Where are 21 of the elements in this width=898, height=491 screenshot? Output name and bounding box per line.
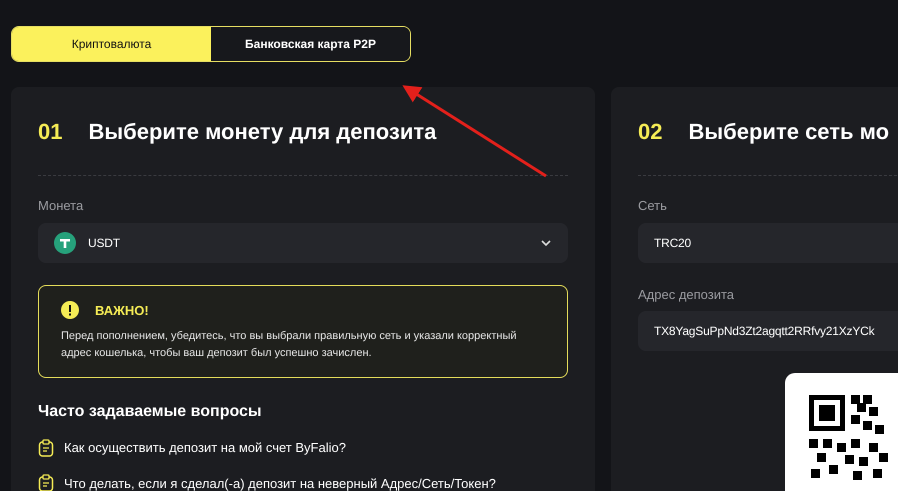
input-field[interactable]: TRC20 [638,222,898,262]
warning-icon [61,301,79,320]
step-number: 02 [638,118,662,146]
input-field[interactable]: TX8YagSuPpNd3Zt2agqtt2RRfvy21XzYCk [638,311,898,351]
chevron-down-icon [540,238,552,246]
step-title: Выберите монету для депозита [88,118,436,146]
faq-heading: Часто задаваемые вопросы [38,402,263,422]
step-title: Выберите сеть мо [688,118,890,146]
faq-link[interactable]: Что делать, если я сделал(-а) депозит на неверный Адрес/Сеть/Токен? [64,474,496,491]
faq-link[interactable]: Как осуществить депозит на мой счет ByFalio? [64,438,346,458]
notice-text: Перед пополнением, убедитесь, что вы выбрали правильную сеть и указали корректный адрес кошелька, чтобы ваш депозит был успешно зачислен. [61,329,518,362]
field-label: Монета [38,197,84,215]
coin-icon [54,232,76,254]
tab[interactable]: Банковская карта P2P [211,27,410,61]
clipboard-icon [38,438,54,457]
field-label: Адрес депозита [638,286,736,304]
field-label: Сеть [638,197,668,215]
notice-title: ВАЖНО! [95,302,149,320]
step-number: 01 [38,118,62,146]
coin-select[interactable]: USDT [38,222,568,262]
tab[interactable]: Криптовалюта [12,27,211,61]
